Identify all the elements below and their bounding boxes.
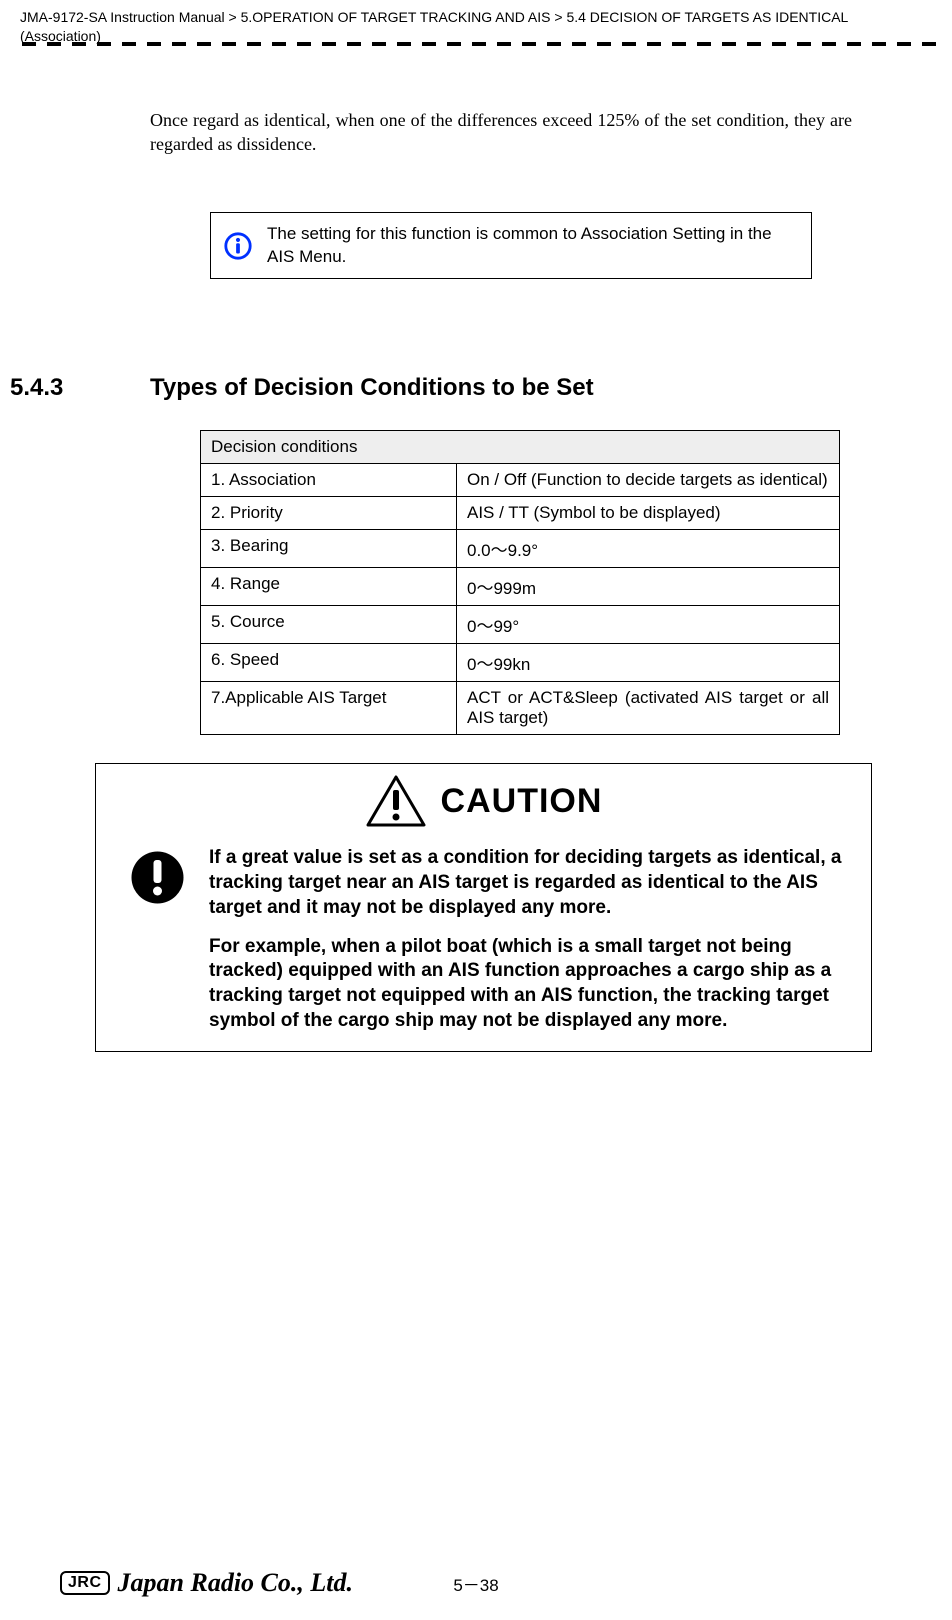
info-box: The setting for this function is common … (210, 212, 812, 280)
caution-paragraph: For example, when a pilot boat (which is… (209, 935, 857, 1034)
table-cell-label: 4. Range (201, 568, 457, 606)
body-paragraph: Once regard as identical, when one of th… (150, 108, 852, 157)
table-cell-label: 5. Cource (201, 606, 457, 644)
table-cell-value: 0～99kn (457, 644, 840, 682)
table-row: 3. Bearing0.0～9.9° (201, 530, 840, 568)
exclamation-circle-icon (130, 850, 185, 905)
table-row: 6. Speed0～99kn (201, 644, 840, 682)
section-number: 5.4.3 (10, 374, 110, 402)
decision-conditions-table: Decision conditions 1. AssociationOn / O… (200, 430, 840, 735)
table-row: 5. Cource0～99° (201, 606, 840, 644)
header-divider (22, 42, 940, 46)
table-cell-label: 1. Association (201, 464, 457, 497)
table-cell-value: AIS / TT (Symbol to be displayed) (457, 497, 840, 530)
table-row: 1. AssociationOn / Off (Function to deci… (201, 464, 840, 497)
table-cell-value: 0～999m (457, 568, 840, 606)
table-cell-value: 0.0～9.9° (457, 530, 840, 568)
table-row: 2. PriorityAIS / TT (Symbol to be displa… (201, 497, 840, 530)
info-icon (223, 231, 253, 261)
caution-label: CAUTION (441, 782, 603, 820)
table-cell-label: 2. Priority (201, 497, 457, 530)
table-cell-value: 0～99° (457, 606, 840, 644)
section-title: Types of Decision Conditions to be Set (150, 374, 594, 402)
breadcrumb: JMA-9172-SA Instruction Manual > 5.OPERA… (20, 8, 932, 46)
caution-header: CAUTION (110, 774, 857, 828)
table-header-cell: Decision conditions (201, 431, 840, 464)
section-heading: 5.4.3 Types of Decision Conditions to be… (10, 374, 852, 402)
table-cell-label: 3. Bearing (201, 530, 457, 568)
caution-text: If a great value is set as a condition f… (209, 846, 857, 1033)
table-row: 4. Range0～999m (201, 568, 840, 606)
table-cell-value: ACT or ACT&Sleep (activated AIS target o… (457, 682, 840, 735)
caution-paragraph: If a great value is set as a condition f… (209, 846, 857, 920)
table-cell-value: On / Off (Function to decide targets as … (457, 464, 840, 497)
table-body: 1. AssociationOn / Off (Function to deci… (201, 464, 840, 735)
warning-triangle-icon (365, 774, 427, 828)
table-cell-label: 6. Speed (201, 644, 457, 682)
table-cell-label: 7.Applicable AIS Target (201, 682, 457, 735)
page-content: Once regard as identical, when one of th… (0, 90, 952, 1550)
table-row: 7.Applicable AIS TargetACT or ACT&Sleep … (201, 682, 840, 735)
page-number: 5－38 (0, 1571, 952, 1596)
info-text: The setting for this function is common … (267, 223, 799, 269)
page-footer: JRC Japan Radio Co., Ltd. 5－38 (0, 1560, 952, 1600)
caution-box: CAUTION If a great value is set as a con… (95, 763, 872, 1052)
